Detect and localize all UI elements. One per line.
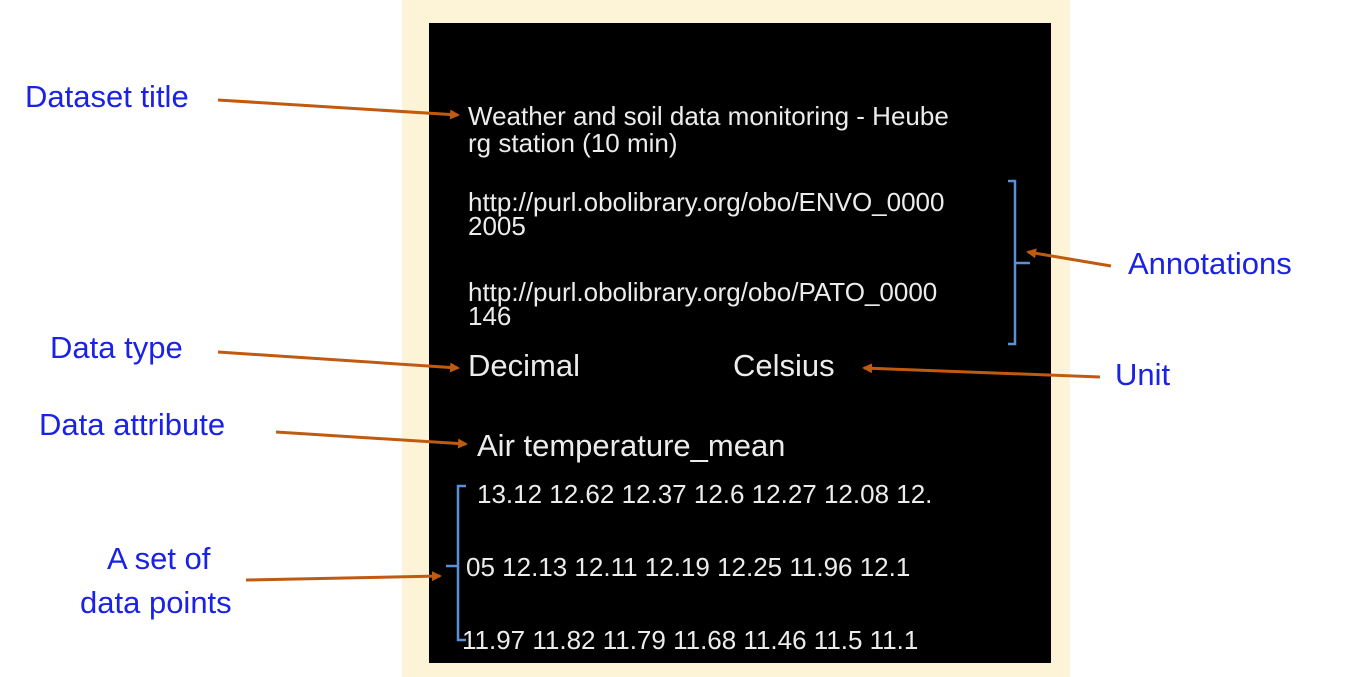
arrow-annotations <box>1026 248 1112 268</box>
arrow-dataset-title <box>217 98 460 120</box>
arrow-data-attribute <box>275 430 468 449</box>
bracket-data-points <box>446 484 466 642</box>
arrow-data-type <box>217 350 460 373</box>
arrow-data-points <box>245 571 442 582</box>
arrow-unit <box>862 363 1101 379</box>
annotation-overlay <box>217 98 1112 642</box>
bracket-annotations <box>1008 179 1030 346</box>
